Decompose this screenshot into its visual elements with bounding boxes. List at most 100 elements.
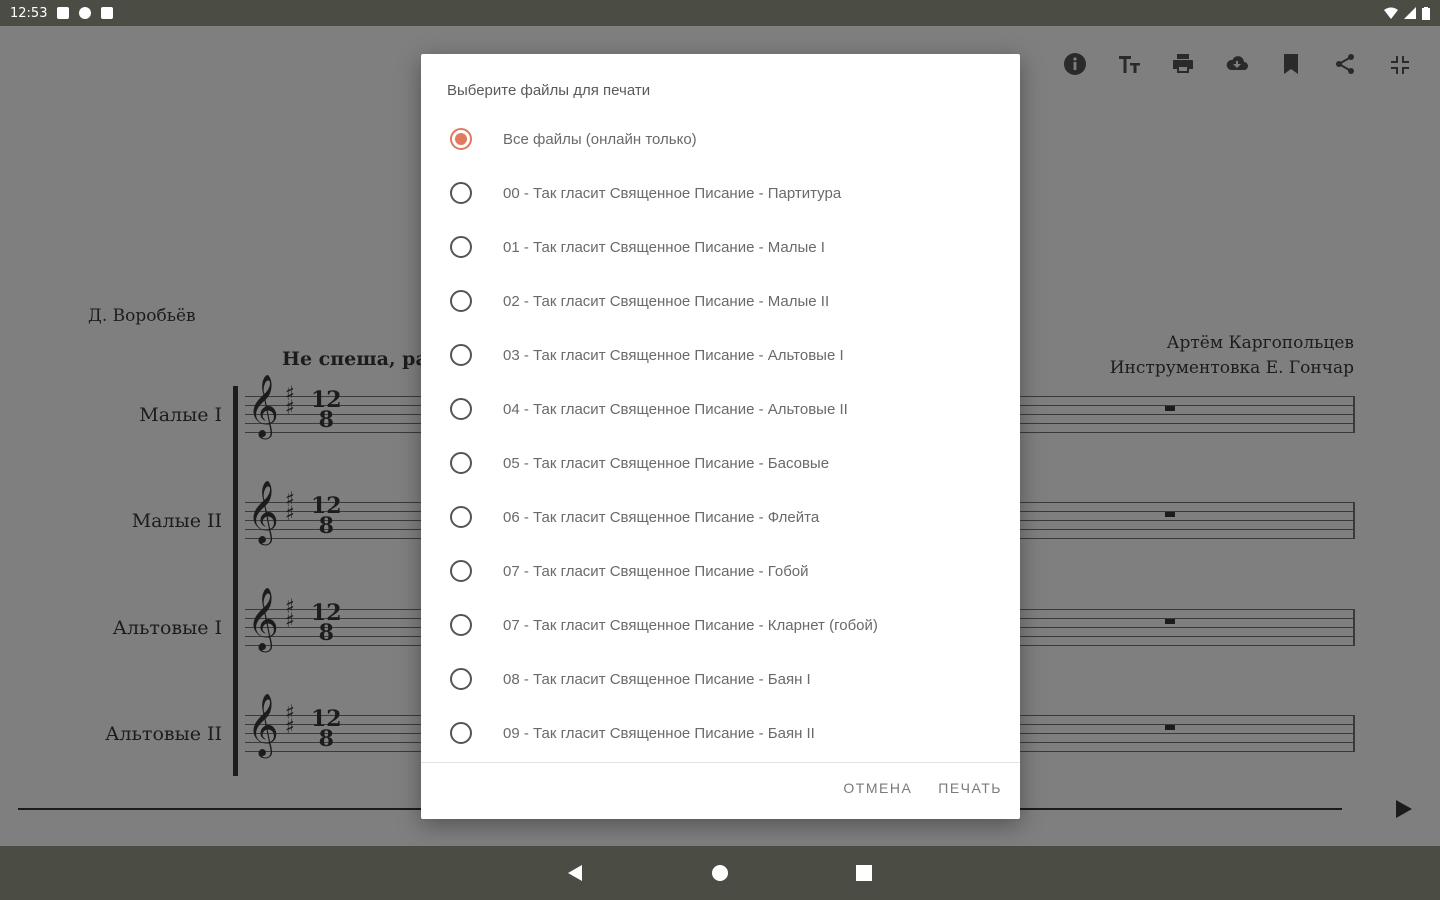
status-time: 12:53 — [10, 5, 48, 21]
text-size-button[interactable] — [1102, 48, 1156, 80]
barline — [1353, 609, 1355, 645]
key-signature: ♯ ♯ — [285, 594, 295, 632]
back-icon[interactable] — [565, 863, 585, 883]
dialog-title: Выберите файлы для печати — [447, 82, 651, 99]
option-label: 06 - Так гласит Священное Писание - Флей… — [503, 508, 820, 526]
option-label: 09 - Так гласит Священное Писание - Баян… — [503, 724, 815, 742]
treble-clef-icon: 𝄞 — [247, 480, 279, 543]
print-icon — [1173, 54, 1193, 73]
bookmark-icon — [1284, 54, 1298, 74]
print-option[interactable]: Все файлы (онлайн только) — [421, 112, 1020, 166]
print-option[interactable]: 08 - Так гласит Священное Писание - Баян… — [421, 652, 1020, 706]
barline — [1353, 502, 1355, 538]
system-bracket — [233, 386, 238, 776]
whole-rest — [1165, 725, 1175, 730]
staff-label: Малые I — [139, 404, 222, 426]
print-option[interactable]: 04 - Так гласит Священное Писание - Альт… — [421, 382, 1020, 436]
key-signature: ♯ ♯ — [285, 381, 295, 419]
option-label: 04 - Так гласит Священное Писание - Альт… — [503, 400, 848, 418]
print-option[interactable]: 01 - Так гласит Священное Писание - Малы… — [421, 220, 1020, 274]
radio-unchecked-icon[interactable] — [450, 452, 472, 474]
time-signature: 12 8 — [311, 600, 342, 646]
share-button[interactable] — [1318, 48, 1372, 80]
whole-rest — [1165, 619, 1175, 624]
option-label: 01 - Так гласит Священное Писание - Малы… — [503, 238, 825, 256]
app-notification-icon — [79, 7, 92, 19]
recents-icon[interactable] — [854, 863, 874, 883]
radio-unchecked-icon[interactable] — [450, 290, 472, 312]
option-label: 05 - Так гласит Священное Писание - Басо… — [503, 454, 830, 472]
signal-icon — [1404, 7, 1416, 19]
radio-unchecked-icon[interactable] — [450, 344, 472, 366]
home-icon[interactable] — [710, 863, 730, 883]
cancel-button[interactable]: ОТМЕНА — [843, 780, 912, 796]
print-option[interactable]: 00 - Так гласит Священное Писание - Парт… — [421, 166, 1020, 220]
bookmark-button[interactable] — [1264, 48, 1318, 80]
print-option[interactable]: 06 - Так гласит Священное Писание - Флей… — [421, 490, 1020, 544]
time-signature: 12 8 — [311, 387, 342, 433]
battery-icon — [1422, 6, 1430, 20]
notification-icon — [57, 7, 70, 19]
radio-unchecked-icon[interactable] — [450, 182, 472, 204]
cloud-download-icon — [1226, 56, 1248, 70]
text-size-icon — [1119, 56, 1140, 73]
print-option[interactable]: 03 - Так гласит Священное Писание - Альт… — [421, 328, 1020, 382]
info-icon — [1064, 53, 1086, 75]
info-button[interactable] — [1048, 48, 1102, 80]
option-label: Все файлы (онлайн только) — [503, 130, 697, 148]
key-signature: ♯ ♯ — [285, 700, 295, 738]
radio-unchecked-icon[interactable] — [450, 560, 472, 582]
staff-label: Альтовые I — [112, 617, 222, 639]
dialog-actions: ОТМЕНА ПЕЧАТЬ — [843, 780, 1002, 796]
composer-left: Д. Воробьёв — [88, 306, 196, 326]
option-label: 03 - Так гласит Священное Писание - Альт… — [503, 346, 844, 364]
radio-unchecked-icon[interactable] — [450, 236, 472, 258]
download-button[interactable] — [1210, 48, 1264, 80]
play-icon[interactable] — [1392, 798, 1414, 820]
option-label: 00 - Так гласит Священное Писание - Парт… — [503, 184, 842, 202]
fullscreen-button[interactable] — [1372, 48, 1426, 80]
composer-right: Артём Каргопольцев Инструментовка Е. Гон… — [1110, 331, 1354, 381]
barline — [1353, 715, 1355, 751]
option-label: 07 - Так гласит Священное Писание - Клар… — [503, 616, 878, 634]
print-option[interactable]: 07 - Так гласит Священное Писание - Клар… — [421, 598, 1020, 652]
whole-rest — [1165, 406, 1175, 411]
treble-clef-icon: 𝄞 — [247, 587, 279, 650]
time-signature: 12 8 — [311, 706, 342, 752]
radio-checked-icon[interactable] — [450, 128, 472, 150]
print-option[interactable]: 02 - Так гласит Священное Писание - Малы… — [421, 274, 1020, 328]
print-option[interactable]: 09 - Так гласит Священное Писание - Баян… — [421, 706, 1020, 760]
option-label: 02 - Так гласит Священное Писание - Малы… — [503, 292, 830, 310]
radio-unchecked-icon[interactable] — [450, 506, 472, 528]
treble-clef-icon: 𝄞 — [247, 693, 279, 756]
print-button-confirm[interactable]: ПЕЧАТЬ — [938, 780, 1002, 796]
key-signature: ♯ ♯ — [285, 487, 295, 525]
dialog-divider — [421, 762, 1020, 763]
sd-card-icon — [101, 7, 114, 19]
print-option[interactable]: 07 - Так гласит Священное Писание - Гобо… — [421, 544, 1020, 598]
composer-right-line1: Артём Каргопольцев — [1166, 333, 1354, 353]
staff-label: Малые II — [131, 510, 222, 532]
radio-unchecked-icon[interactable] — [450, 668, 472, 690]
status-bar: 12:53 — [0, 0, 1440, 26]
print-options-list: Все файлы (онлайн только) 00 - Так гласит… — [421, 112, 1020, 760]
print-option[interactable]: 05 - Так гласит Священное Писание - Басо… — [421, 436, 1020, 490]
staff-label: Альтовые II — [105, 723, 222, 745]
barline — [1353, 396, 1355, 432]
radio-unchecked-icon[interactable] — [450, 614, 472, 636]
time-signature: 12 8 — [311, 493, 342, 539]
treble-clef-icon: 𝄞 — [247, 374, 279, 437]
wifi-icon — [1384, 7, 1398, 19]
print-dialog: Выберите файлы для печати Все файлы (онл… — [421, 54, 1020, 819]
navigation-bar — [0, 846, 1440, 900]
share-icon — [1336, 54, 1354, 74]
fullscreen-exit-icon — [1391, 56, 1409, 74]
radio-unchecked-icon[interactable] — [450, 398, 472, 420]
option-label: 07 - Так гласит Священное Писание - Гобо… — [503, 562, 809, 580]
print-button[interactable] — [1156, 48, 1210, 80]
composer-right-line2: Инструментовка Е. Гончар — [1109, 358, 1354, 378]
whole-rest — [1165, 512, 1175, 517]
toolbar — [1048, 48, 1426, 80]
option-label: 08 - Так гласит Священное Писание - Баян… — [503, 670, 811, 688]
radio-unchecked-icon[interactable] — [450, 722, 472, 744]
